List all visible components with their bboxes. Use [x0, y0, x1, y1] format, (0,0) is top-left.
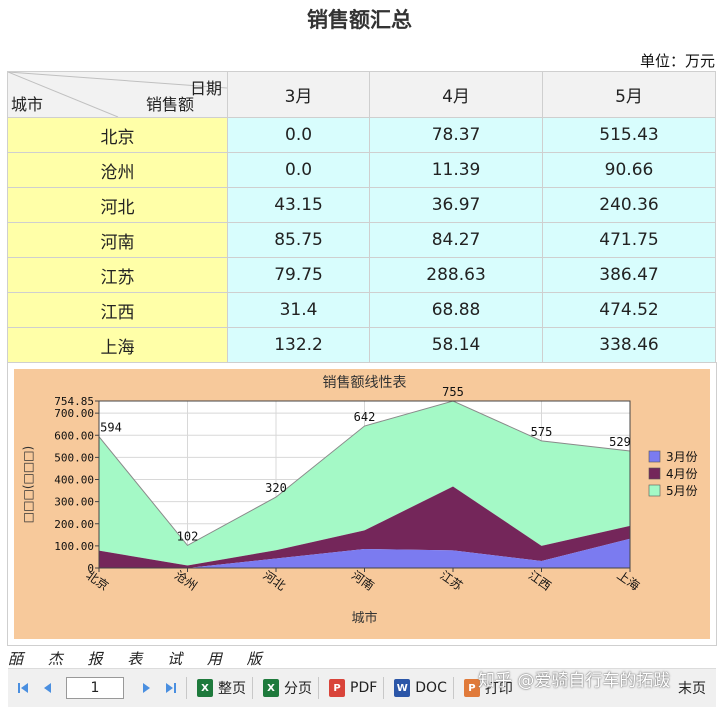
- corner-label-date: 日期: [189, 79, 222, 98]
- unit-label: 单位：万元: [639, 52, 715, 70]
- table-row: 江苏 79.75 288.63 386.47: [7, 257, 716, 293]
- button-label: DOC: [415, 680, 447, 696]
- city-cell: 江西: [7, 292, 228, 328]
- chart-container: 594 102 320 642 755 575 529 0 100.00 200.00 300.00…: [7, 362, 717, 646]
- value-cell: 0.0: [226, 152, 371, 188]
- legend-swatch: [648, 450, 661, 463]
- watermark-text: 知乎 @爱骑自行车的拓跋: [478, 671, 671, 691]
- legend-label: 4月份: [666, 467, 698, 481]
- x-axis-label: 城市: [351, 610, 377, 626]
- export-excel-full-button[interactable]: X 整页: [197, 678, 246, 698]
- column-header-mar: 3月: [226, 71, 371, 118]
- value-cell: 132.2: [226, 327, 371, 363]
- toolbar-divider: [186, 677, 187, 699]
- chart-title: 销售额线性表: [323, 375, 407, 391]
- y-tick-label: 500.00: [54, 451, 94, 464]
- excel-icon: X: [197, 679, 213, 697]
- value-cell: 36.97: [369, 187, 544, 223]
- corner-label-city: 城市: [11, 95, 44, 114]
- trial-version-label: 皕 杰 报 表 试 用 版: [8, 650, 272, 668]
- value-cell: 240.36: [542, 187, 716, 223]
- y-tick-label: 100.00: [54, 540, 94, 553]
- value-cell: 90.66: [542, 152, 716, 188]
- button-label: 整页: [218, 681, 246, 697]
- legend-label: 5月份: [666, 484, 698, 498]
- value-cell: 79.75: [226, 257, 371, 293]
- value-cell: 471.75: [542, 222, 716, 258]
- table-corner-header: 日期 城市 销售额: [7, 71, 228, 118]
- value-cell: 288.63: [369, 257, 544, 293]
- table-row: 沧州 0.0 11.39 90.66: [7, 152, 716, 188]
- toolbar-divider: [452, 677, 454, 699]
- y-tick-label: 600.00: [54, 429, 94, 442]
- y-tick-label: 700.00: [54, 407, 94, 420]
- table-row: 上海 132.2 58.14 338.46: [7, 327, 716, 363]
- value-cell: 338.46: [542, 327, 716, 363]
- value-cell: 11.39: [369, 152, 544, 188]
- value-cell: 31.4: [226, 292, 371, 328]
- legend-swatch: [648, 484, 661, 497]
- total-label: 594: [100, 421, 122, 435]
- y-tick-label: 754.85: [54, 395, 94, 408]
- button-label: PDF: [350, 680, 378, 696]
- y-tick-label: 400.00: [54, 474, 94, 487]
- corner-label-sales: 销售额: [146, 95, 195, 114]
- button-label: 末页: [678, 681, 706, 697]
- area-chart: 5941023206427555755290100.00200.00300.00…: [14, 369, 710, 639]
- last-page-icon[interactable]: [162, 679, 180, 697]
- value-cell: 84.27: [369, 222, 544, 258]
- toolbar-divider: [383, 677, 385, 699]
- total-label: 102: [177, 529, 199, 543]
- legend-swatch: [648, 467, 661, 480]
- total-label: 320: [265, 481, 287, 495]
- city-cell: 河北: [7, 187, 228, 223]
- city-cell: 江苏: [7, 257, 228, 293]
- value-cell: 0.0: [226, 117, 371, 153]
- value-cell: 474.52: [542, 292, 716, 328]
- city-cell: 北京: [7, 117, 228, 153]
- y-tick-label: 300.00: [54, 496, 94, 509]
- word-icon: W: [394, 679, 411, 697]
- excel-icon: X: [263, 679, 279, 697]
- table-row: 江西 31.4 68.88 474.52: [7, 292, 716, 328]
- page-number-input[interactable]: 1: [66, 677, 124, 699]
- value-cell: 85.75: [226, 222, 371, 258]
- page-title: 销售额汇总: [307, 8, 412, 32]
- city-cell: 河南: [7, 222, 228, 258]
- y-axis-label: □□□(□□□): [21, 446, 35, 523]
- column-header-apr: 4月: [369, 71, 544, 118]
- first-page-icon[interactable]: [14, 679, 32, 697]
- value-cell: 78.37: [369, 117, 544, 153]
- total-label: 575: [531, 425, 553, 439]
- sales-table: 日期 城市 销售额 3月 4月 5月 北京 0.0 78.37 515.43 沧…: [7, 71, 716, 363]
- button-label: 分页: [284, 681, 312, 697]
- last-page-button[interactable]: 末页: [678, 678, 706, 698]
- export-doc-button[interactable]: W DOC: [394, 679, 447, 697]
- legend-label: 3月份: [666, 450, 698, 464]
- total-label: 529: [609, 435, 631, 449]
- city-cell: 上海: [7, 327, 228, 363]
- export-pdf-button[interactable]: P PDF: [329, 679, 377, 697]
- value-cell: 43.15: [226, 187, 371, 223]
- value-cell: 386.47: [542, 257, 716, 293]
- next-page-icon[interactable]: [138, 679, 156, 697]
- total-label: 755: [442, 385, 464, 399]
- table-row: 河北 43.15 36.97 240.36: [7, 187, 716, 223]
- value-cell: 68.88: [369, 292, 544, 328]
- table-row: 北京 0.0 78.37 515.43: [7, 117, 716, 153]
- value-cell: 58.14: [369, 327, 544, 363]
- value-cell: 515.43: [542, 117, 716, 153]
- table-header-row: 日期 城市 销售额 3月 4月 5月: [7, 71, 716, 118]
- toolbar-divider: [318, 677, 319, 699]
- y-tick-label: 200.00: [54, 518, 94, 531]
- city-cell: 沧州: [7, 152, 228, 188]
- toolbar-divider: [252, 677, 253, 699]
- total-label: 642: [354, 410, 376, 424]
- prev-page-icon[interactable]: [38, 679, 56, 697]
- export-excel-paged-button[interactable]: X 分页: [263, 678, 312, 698]
- column-header-may: 5月: [542, 71, 716, 118]
- table-row: 河南 85.75 84.27 471.75: [7, 222, 716, 258]
- pdf-icon: P: [329, 679, 345, 697]
